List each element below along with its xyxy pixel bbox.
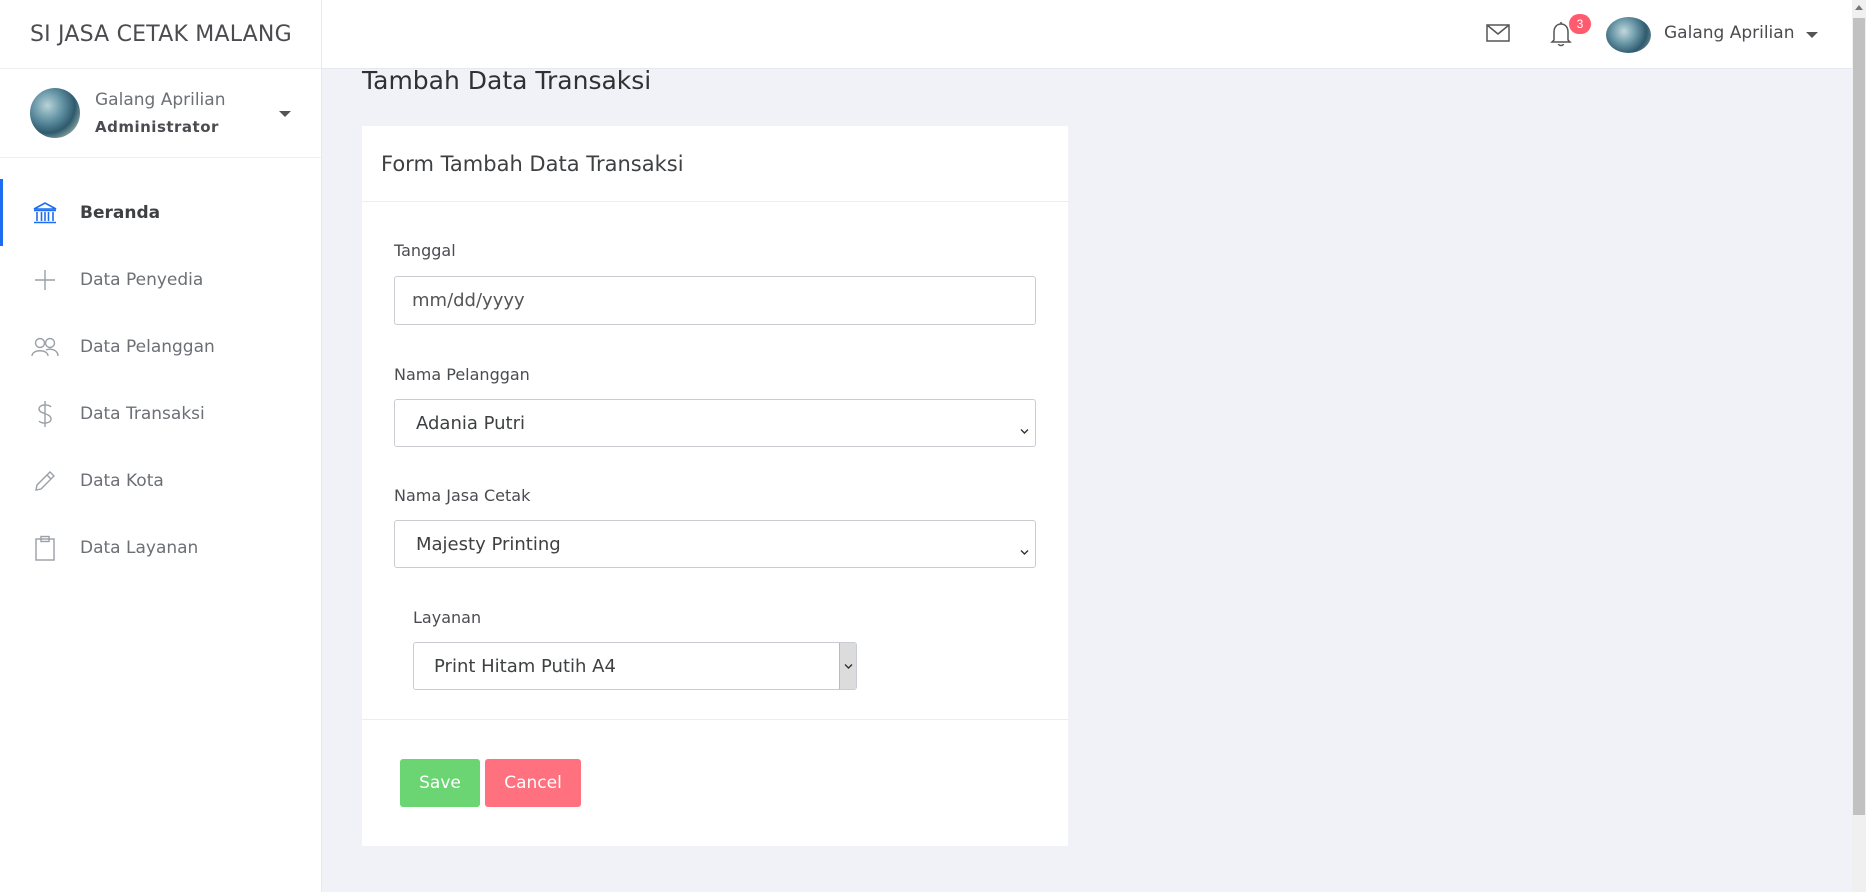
- save-button[interactable]: Save: [400, 759, 480, 807]
- jasa-cetak-select[interactable]: Majesty Printing: [394, 520, 1036, 568]
- user-name[interactable]: Galang Aprilian: [1664, 23, 1794, 43]
- bank-icon: [31, 199, 59, 227]
- pencil-icon: [31, 467, 59, 495]
- sidebar-item-label: Data Kota: [80, 470, 164, 491]
- page-title: Tambah Data Transaksi: [362, 66, 652, 95]
- dollar-icon: [31, 400, 59, 428]
- sidebar-item-data-pelanggan[interactable]: Data Pelanggan: [0, 313, 321, 380]
- sidebar-item-data-transaksi[interactable]: Data Transaksi: [0, 380, 321, 447]
- tanggal-label: Tanggal: [394, 241, 456, 260]
- clipboard-icon: [31, 534, 59, 562]
- tanggal-placeholder: mm/dd/yyyy: [412, 290, 525, 311]
- cancel-button[interactable]: Cancel: [485, 759, 581, 807]
- layanan-label: Layanan: [413, 608, 482, 627]
- mail-icon[interactable]: [1486, 24, 1510, 46]
- sidebar-item-beranda[interactable]: Beranda: [0, 179, 321, 246]
- divider: [362, 719, 1068, 720]
- pelanggan-select[interactable]: Adania Putri: [394, 399, 1036, 447]
- caret-down-icon[interactable]: [1806, 32, 1818, 38]
- pelanggan-value: Adania Putri: [416, 412, 526, 434]
- chevron-down-icon: [1020, 540, 1029, 561]
- users-icon: [31, 333, 59, 361]
- plus-icon: [31, 266, 59, 294]
- jasa-cetak-label: Nama Jasa Cetak: [394, 486, 531, 505]
- notification-badge: 3: [1569, 14, 1591, 34]
- sidebar-item-label: Data Pelanggan: [80, 336, 215, 357]
- avatar: [30, 88, 80, 138]
- chevron-down-icon: [1020, 419, 1029, 440]
- form-title: Form Tambah Data Transaksi: [362, 126, 1068, 202]
- tanggal-input[interactable]: mm/dd/yyyy: [394, 276, 1036, 325]
- layanan-value: Print Hitam Putih A4: [434, 655, 616, 677]
- profile-role: Administrator: [95, 118, 219, 136]
- caret-down-icon[interactable]: [279, 111, 291, 117]
- avatar[interactable]: [1606, 17, 1651, 53]
- select-dropdown-button[interactable]: [839, 643, 856, 689]
- sidebar-item-data-kota[interactable]: Data Kota: [0, 447, 321, 514]
- sidebar-item-data-penyedia[interactable]: Data Penyedia: [0, 246, 321, 313]
- sidebar-nav: Beranda Data Penyedia Data Pelanggan Dat…: [0, 179, 321, 581]
- scroll-thumb[interactable]: [1853, 18, 1865, 815]
- brand-title[interactable]: SI JASA CETAK MALANG: [0, 0, 321, 69]
- sidebar-item-label: Beranda: [80, 202, 161, 223]
- scroll-up-arrow-icon[interactable]: [1855, 5, 1863, 10]
- layanan-select[interactable]: Print Hitam Putih A4: [413, 642, 857, 690]
- sidebar-item-data-layanan[interactable]: Data Layanan: [0, 514, 321, 581]
- sidebar-item-label: Data Layanan: [80, 537, 199, 558]
- topbar: 3 Galang Aprilian: [322, 0, 1852, 69]
- jasa-cetak-value: Majesty Printing: [416, 533, 561, 555]
- profile-name: Galang Aprilian: [95, 90, 226, 110]
- pelanggan-label: Nama Pelanggan: [394, 365, 530, 384]
- sidebar-item-label: Data Penyedia: [80, 269, 204, 290]
- scrollbar[interactable]: [1852, 0, 1866, 892]
- sidebar-item-label: Data Transaksi: [80, 403, 205, 424]
- sidebar: SI JASA CETAK MALANG Galang Aprilian Adm…: [0, 0, 322, 892]
- form-card: Form Tambah Data Transaksi Tanggal mm/dd…: [362, 126, 1068, 846]
- sidebar-profile[interactable]: Galang Aprilian Administrator: [0, 69, 321, 158]
